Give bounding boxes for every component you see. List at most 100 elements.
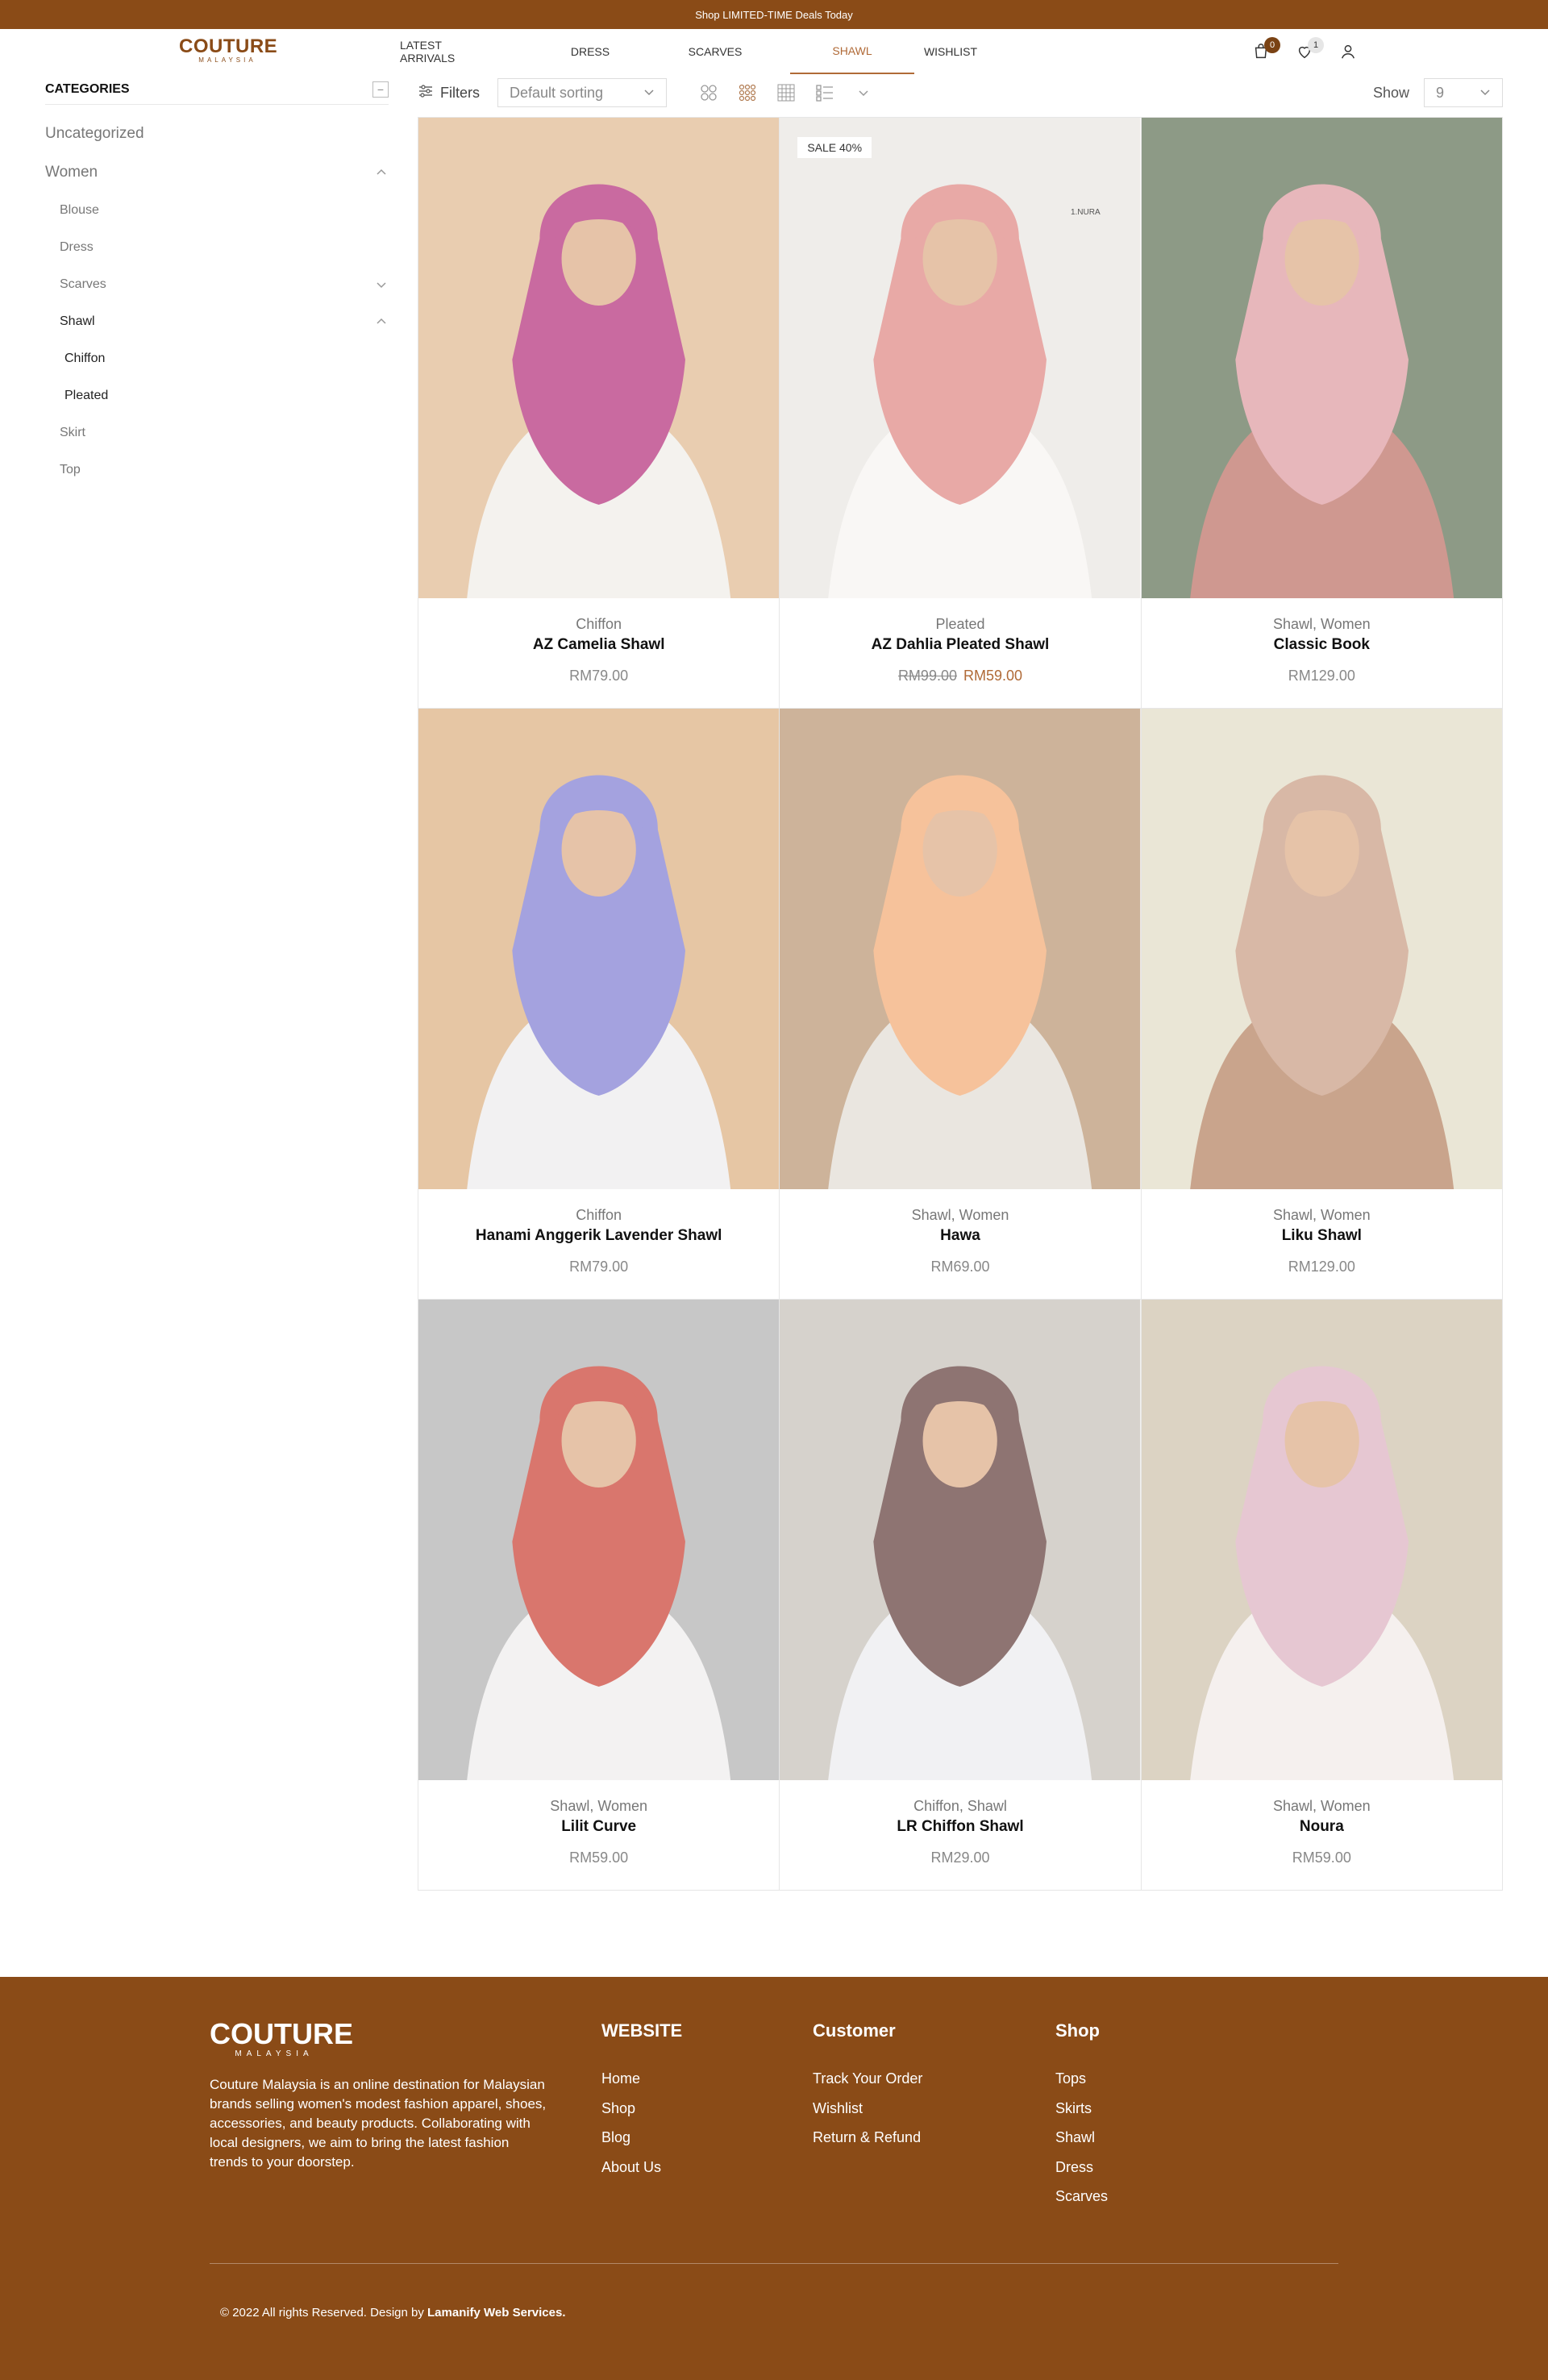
product-card[interactable]: SALE 40% 1.NURA Pleated AZ Dahlia Pleated S… bbox=[780, 118, 1142, 709]
product-image[interactable] bbox=[418, 118, 780, 598]
product-card[interactable]: Shawl, Women Noura RM59.00 bbox=[1141, 1300, 1503, 1891]
product-category[interactable]: Shawl, Women bbox=[1142, 1796, 1502, 1816]
footer-link-scarves[interactable]: Scarves bbox=[1055, 2182, 1108, 2211]
cart-count-badge: 0 bbox=[1264, 37, 1280, 53]
chevron-down-icon[interactable] bbox=[374, 277, 389, 292]
category-top[interactable]: Top bbox=[45, 451, 389, 489]
footer-link-track-order[interactable]: Track Your Order bbox=[813, 2064, 922, 2094]
cart-icon[interactable]: 0 bbox=[1250, 37, 1280, 63]
category-label: Skirt bbox=[60, 426, 85, 439]
category-pleated[interactable]: Pleated bbox=[45, 377, 389, 414]
product-name[interactable]: Noura bbox=[1142, 1816, 1502, 1838]
grid-2-icon[interactable] bbox=[697, 81, 720, 104]
category-shawl[interactable]: Shawl bbox=[45, 303, 389, 340]
footer-link-wishlist[interactable]: Wishlist bbox=[813, 2094, 922, 2124]
footer-link-tops[interactable]: Tops bbox=[1055, 2064, 1108, 2094]
grid-3-icon[interactable] bbox=[736, 81, 759, 104]
product-card[interactable]: Chiffon, Shawl LR Chiffon Shawl RM29.00 bbox=[780, 1300, 1142, 1891]
logo-subtitle: MALAYSIA bbox=[198, 56, 256, 64]
product-category[interactable]: Shawl, Women bbox=[418, 1796, 779, 1816]
heart-icon[interactable]: 1 bbox=[1293, 37, 1324, 63]
category-dress[interactable]: Dress bbox=[45, 229, 389, 266]
product-name[interactable]: LR Chiffon Shawl bbox=[780, 1816, 1140, 1838]
announcement-bar[interactable]: Shop LIMITED-TIME Deals Today bbox=[0, 0, 1548, 29]
product-image[interactable] bbox=[780, 1300, 1141, 1780]
product-image[interactable]: SALE 40% 1.NURA bbox=[780, 118, 1141, 598]
category-skirt[interactable]: Skirt bbox=[45, 414, 389, 451]
product-image[interactable] bbox=[1141, 118, 1502, 598]
product-image[interactable] bbox=[780, 709, 1141, 1189]
product-category[interactable]: Shawl, Women bbox=[780, 1205, 1140, 1225]
per-page-control: Show 9 bbox=[1373, 78, 1503, 107]
product-image[interactable] bbox=[418, 1300, 780, 1780]
footer-link-skirts[interactable]: Skirts bbox=[1055, 2094, 1108, 2124]
filters-button[interactable]: Filters bbox=[418, 83, 480, 103]
chevron-up-icon[interactable] bbox=[374, 165, 389, 180]
product-name[interactable]: AZ Dahlia Pleated Shawl bbox=[780, 634, 1140, 656]
product-category[interactable]: Pleated bbox=[780, 614, 1140, 634]
product-category[interactable]: Chiffon bbox=[418, 614, 779, 634]
footer-link-blog[interactable]: Blog bbox=[601, 2123, 682, 2153]
announcement-text[interactable]: Shop LIMITED-TIME Deals Today bbox=[695, 9, 853, 21]
product-category[interactable]: Chiffon bbox=[418, 1205, 779, 1225]
logo-wordmark: COUTURE bbox=[179, 35, 278, 57]
category-scarves[interactable]: Scarves bbox=[45, 266, 389, 303]
grid-4-icon[interactable] bbox=[775, 81, 797, 104]
product-name[interactable]: Lilit Curve bbox=[418, 1816, 779, 1838]
product-category[interactable]: Chiffon, Shawl bbox=[780, 1796, 1140, 1816]
footer-col-title: Shop bbox=[1055, 2020, 1100, 2041]
sort-select[interactable]: Default sorting bbox=[497, 78, 667, 107]
sort-value: Default sorting bbox=[510, 84, 604, 101]
footer-link-return-refund[interactable]: Return & Refund bbox=[813, 2123, 922, 2153]
category-blouse[interactable]: Blouse bbox=[45, 192, 389, 229]
category-uncategorized[interactable]: Uncategorized bbox=[45, 114, 389, 153]
collapse-icon[interactable]: − bbox=[372, 81, 389, 98]
footer-logo[interactable]: COUTURE MALAYSIA bbox=[210, 2019, 353, 2059]
nav-scarves[interactable]: SCARVES bbox=[689, 29, 743, 74]
current-price: RM59.00 bbox=[569, 1849, 629, 1866]
product-card[interactable]: Shawl, Women Liku Shawl RM129.00 bbox=[1141, 709, 1503, 1300]
footer-link-shawl[interactable]: Shawl bbox=[1055, 2123, 1108, 2153]
footer-copyright: © 2022 All rights Reserved. Design by La… bbox=[220, 2306, 565, 2320]
product-card[interactable]: Shawl, Women Classic Book RM129.00 bbox=[1141, 118, 1503, 709]
product-name[interactable]: Hanami Anggerik Lavender Shawl bbox=[418, 1225, 779, 1247]
list-icon[interactable] bbox=[814, 81, 836, 104]
product-image[interactable] bbox=[1141, 1300, 1502, 1780]
product-card[interactable]: Chiffon AZ Camelia Shawl RM79.00 bbox=[418, 118, 780, 709]
product-card[interactable]: Chiffon Hanami Anggerik Lavender Shawl RM7… bbox=[418, 709, 780, 1300]
product-name[interactable]: Liku Shawl bbox=[1142, 1225, 1502, 1247]
product-category[interactable]: Shawl, Women bbox=[1142, 1205, 1502, 1225]
nav-dress[interactable]: DRESS bbox=[492, 29, 689, 74]
product-info: Shawl, Women Lilit Curve RM59.00 bbox=[418, 1780, 779, 1891]
nav-shawl[interactable]: SHAWL bbox=[790, 29, 914, 74]
product-name[interactable]: Hawa bbox=[780, 1225, 1140, 1247]
product-category[interactable]: Shawl, Women bbox=[1142, 614, 1502, 634]
product-name[interactable]: AZ Camelia Shawl bbox=[418, 634, 779, 656]
footer-link-shop[interactable]: Shop bbox=[601, 2094, 682, 2124]
product-grid: Chiffon AZ Camelia Shawl RM79.00 SALE 40% 1.… bbox=[418, 117, 1503, 1891]
user-icon[interactable] bbox=[1337, 40, 1359, 63]
chevron-down-icon[interactable] bbox=[852, 81, 875, 104]
category-label: Women bbox=[45, 164, 98, 181]
footer-link-about[interactable]: About Us bbox=[601, 2153, 682, 2182]
chevron-up-icon[interactable] bbox=[374, 314, 389, 329]
product-image[interactable] bbox=[418, 709, 780, 1189]
nav-latest-arrivals[interactable]: LATEST ARRIVALS bbox=[389, 29, 492, 74]
product-name[interactable]: Classic Book bbox=[1142, 634, 1502, 656]
category-chiffon[interactable]: Chiffon bbox=[45, 340, 389, 377]
designer-link[interactable]: Lamanify Web Services. bbox=[427, 2306, 565, 2320]
site-logo[interactable]: COUTURE MALAYSIA bbox=[179, 35, 278, 64]
product-photo-placeholder bbox=[418, 118, 780, 598]
product-card[interactable]: Shawl, Women Hawa RM69.00 bbox=[780, 709, 1142, 1300]
nav-wishlist[interactable]: WISHLIST bbox=[919, 29, 982, 74]
per-page-select[interactable]: 9 bbox=[1424, 78, 1503, 107]
footer-link-home[interactable]: Home bbox=[601, 2064, 682, 2094]
product-info: Shawl, Women Noura RM59.00 bbox=[1142, 1780, 1502, 1891]
product-image[interactable] bbox=[1141, 709, 1502, 1189]
footer-link-dress[interactable]: Dress bbox=[1055, 2153, 1108, 2182]
filters-label: Filters bbox=[440, 84, 480, 101]
current-price: RM29.00 bbox=[930, 1849, 990, 1866]
product-card[interactable]: Shawl, Women Lilit Curve RM59.00 bbox=[418, 1300, 780, 1891]
original-price: RM99.00 bbox=[897, 668, 957, 684]
category-women[interactable]: Women bbox=[45, 153, 389, 192]
